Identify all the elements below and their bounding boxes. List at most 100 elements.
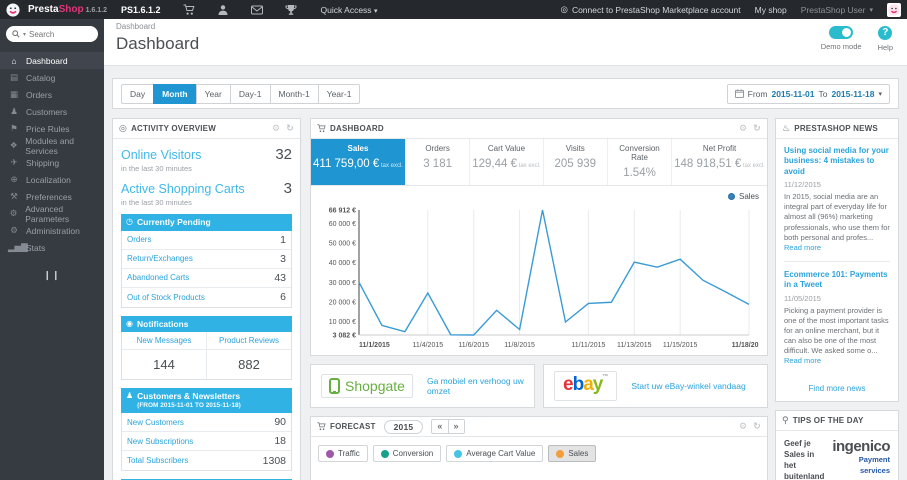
pending-label[interactable]: Return/Exchanges bbox=[127, 254, 193, 263]
kpi-tile-conversion-rate[interactable]: Conversion Rate 1.54% bbox=[608, 139, 673, 185]
kpi-tile-visits[interactable]: Visits 205 939 bbox=[544, 139, 608, 185]
date-range-button[interactable]: From 2015-11-01 To 2015-11-18 ▾ bbox=[726, 83, 890, 104]
cart-icon[interactable] bbox=[183, 4, 195, 16]
sidebar-search[interactable]: ▾ bbox=[6, 26, 98, 42]
article-title-link[interactable]: Ecommerce 101: Payments in a Tweet bbox=[784, 270, 890, 291]
notification-label-link[interactable]: New Messages bbox=[122, 332, 206, 351]
sidebar-collapse-button[interactable]: ❙❙ bbox=[0, 270, 104, 281]
read-more-link[interactable]: Read more bbox=[784, 356, 821, 365]
quick-access-menu[interactable]: Quick Access ▾ bbox=[321, 5, 378, 15]
notification-label-link[interactable]: Product Reviews bbox=[207, 332, 291, 351]
sidebar-item-modules-and-services[interactable]: ❖ Modules and Services bbox=[0, 136, 104, 156]
sidebar-item-label: Price Rules bbox=[26, 123, 70, 134]
legend-label: Traffic bbox=[338, 449, 360, 458]
panel-settings-icon[interactable]: ⚙ bbox=[739, 421, 747, 432]
customers-row[interactable]: New Customers 90 bbox=[122, 413, 291, 432]
sidebar-item-advanced-parameters[interactable]: ⚙ Advanced Parameters bbox=[0, 204, 104, 224]
pending-label[interactable]: Abandoned Carts bbox=[127, 273, 189, 282]
sidebar-item-localization[interactable]: ⊕ Localization bbox=[0, 171, 104, 188]
help-button[interactable]: ? Help bbox=[878, 26, 893, 52]
sidebar-item-orders[interactable]: ▦ Orders bbox=[0, 86, 104, 103]
panel-refresh-icon[interactable]: ↻ bbox=[286, 123, 294, 134]
customers-label[interactable]: New Customers bbox=[127, 418, 184, 427]
sidebar-item-preferences[interactable]: ⚒ Preferences bbox=[0, 188, 104, 205]
article-title-link[interactable]: Using social media for your business: 4 … bbox=[784, 146, 890, 177]
svg-text:11/18/2015: 11/18/2015 bbox=[732, 342, 759, 349]
find-more-news-link[interactable]: Find more news bbox=[776, 378, 898, 401]
sidebar-item-customers[interactable]: ♟ Customers bbox=[0, 103, 104, 120]
customers-row[interactable]: Total Subscribers 1308 bbox=[122, 451, 291, 470]
pending-label[interactable]: Orders bbox=[127, 235, 151, 244]
customers-label[interactable]: New Subscriptions bbox=[127, 437, 193, 446]
panel-refresh-icon[interactable]: ↻ bbox=[753, 123, 761, 134]
legend-dot-icon bbox=[454, 449, 463, 458]
customers-row[interactable]: New Subscriptions 18 bbox=[122, 432, 291, 451]
pending-row[interactable]: Abandoned Carts 43 bbox=[122, 269, 291, 288]
range-button-month-1[interactable]: Month-1 bbox=[269, 83, 318, 104]
kpi-tile-sales[interactable]: Sales 411 759,00 € tax excl. bbox=[311, 139, 406, 185]
caret-down-icon: ▾ bbox=[869, 6, 873, 14]
search-scope-caret-icon[interactable]: ▾ bbox=[23, 31, 26, 38]
forecast-legend-conversion[interactable]: Conversion bbox=[372, 445, 442, 462]
pending-row[interactable]: Return/Exchanges 3 bbox=[122, 250, 291, 269]
user-avatar[interactable] bbox=[887, 2, 901, 17]
forecast-legend-traffic[interactable]: Traffic bbox=[318, 445, 368, 462]
range-button-year[interactable]: Year bbox=[195, 83, 230, 104]
my-shop-link[interactable]: My shop bbox=[755, 5, 787, 15]
chart-svg: 3 082 € 10 000 € 20 000 € 30 000 € 40 000 € 5… bbox=[329, 208, 767, 350]
activity-overview-icon: ◎ bbox=[119, 123, 128, 133]
active-carts-link[interactable]: Active Shopping Carts bbox=[121, 182, 245, 196]
sidebar-item-stats[interactable]: ▂▅▇ Stats bbox=[0, 239, 104, 256]
forecast-legend-average-cart-value[interactable]: Average Cart Value bbox=[446, 445, 544, 462]
employee-icon[interactable] bbox=[217, 4, 229, 16]
sidebar-item-shipping[interactable]: ✈ Shipping bbox=[0, 154, 104, 171]
chart-legend[interactable]: Sales bbox=[319, 190, 759, 202]
svg-text:50 000 €: 50 000 € bbox=[329, 241, 356, 248]
online-visitors-link[interactable]: Online Visitors bbox=[121, 148, 201, 162]
sidebar-item-administration[interactable]: ⚙ Administration bbox=[0, 222, 104, 239]
svg-text:11/15/2015: 11/15/2015 bbox=[663, 342, 698, 349]
customers-label[interactable]: Total Subscribers bbox=[127, 456, 188, 465]
tip-headline: Geef je Sales in het buitenland een Boos… bbox=[784, 439, 825, 480]
pending-label[interactable]: Out of Stock Products bbox=[127, 293, 205, 302]
panel-settings-icon[interactable]: ⚙ bbox=[739, 123, 747, 134]
trophy-icon[interactable] bbox=[284, 4, 297, 16]
shopgate-banner[interactable]: Shopgate Ga mobiel en verhoog uw omzet bbox=[310, 364, 535, 408]
ebay-link[interactable]: Start uw eBay-winkel vandaag bbox=[631, 381, 745, 391]
panel-refresh-icon[interactable]: ↻ bbox=[753, 421, 761, 432]
toggle-on-icon[interactable] bbox=[829, 26, 854, 39]
range-button-year-1[interactable]: Year-1 bbox=[317, 83, 361, 104]
sidebar-item-price-rules[interactable]: ⚑ Price Rules bbox=[0, 120, 104, 137]
sidebar-item-catalog[interactable]: ▤ Catalog bbox=[0, 69, 104, 86]
user-menu[interactable]: PrestaShop User ▾ bbox=[801, 5, 873, 15]
sidebar-item-label: Catalog bbox=[26, 72, 56, 83]
active-carts-value: 3 bbox=[283, 180, 292, 197]
forecast-next-button[interactable]: » bbox=[447, 419, 465, 434]
kpi-tile-orders[interactable]: Orders 3 181 bbox=[406, 139, 471, 185]
ebay-banner[interactable]: ebay™ Start uw eBay-winkel vandaag bbox=[543, 364, 768, 408]
caret-down-icon: ▾ bbox=[878, 90, 882, 98]
pending-row[interactable]: Out of Stock Products 6 bbox=[122, 288, 291, 307]
range-button-day-1[interactable]: Day-1 bbox=[229, 83, 270, 104]
pending-row[interactable]: Orders 1 bbox=[122, 231, 291, 250]
marketplace-link[interactable]: ◎ Connect to PrestaShop Marketplace accou… bbox=[561, 4, 741, 15]
range-button-month[interactable]: Month bbox=[153, 83, 196, 104]
forecast-prev-button[interactable]: « bbox=[431, 419, 448, 434]
svg-text:11/11/2015: 11/11/2015 bbox=[571, 342, 605, 349]
forecast-legend-sales[interactable]: Sales bbox=[548, 445, 597, 462]
read-more-link[interactable]: Read more bbox=[784, 243, 821, 252]
range-button-day[interactable]: Day bbox=[121, 83, 154, 104]
demo-mode-toggle[interactable]: Demo mode bbox=[821, 26, 862, 52]
modules-icon: ❖ bbox=[9, 140, 18, 150]
sidebar-item-label: Preferences bbox=[26, 191, 72, 202]
kpi-tile-cart-value[interactable]: Cart Value 129,44 € tax excl. bbox=[470, 139, 544, 185]
shopgate-link[interactable]: Ga mobiel en verhoog uw omzet bbox=[427, 376, 524, 396]
forecast-year[interactable]: 2015 bbox=[383, 419, 424, 434]
messages-icon[interactable] bbox=[250, 4, 263, 16]
search-input[interactable] bbox=[29, 29, 86, 39]
kpi-tile-net-profit[interactable]: Net Profit 148 918,51 € tax excl. bbox=[672, 139, 767, 185]
sidebar-item-dashboard[interactable]: ⌂ Dashboard bbox=[0, 52, 104, 69]
panel-settings-icon[interactable]: ⚙ bbox=[272, 123, 280, 134]
svg-text:30 000 €: 30 000 € bbox=[329, 280, 356, 287]
cart-icon bbox=[317, 422, 326, 431]
